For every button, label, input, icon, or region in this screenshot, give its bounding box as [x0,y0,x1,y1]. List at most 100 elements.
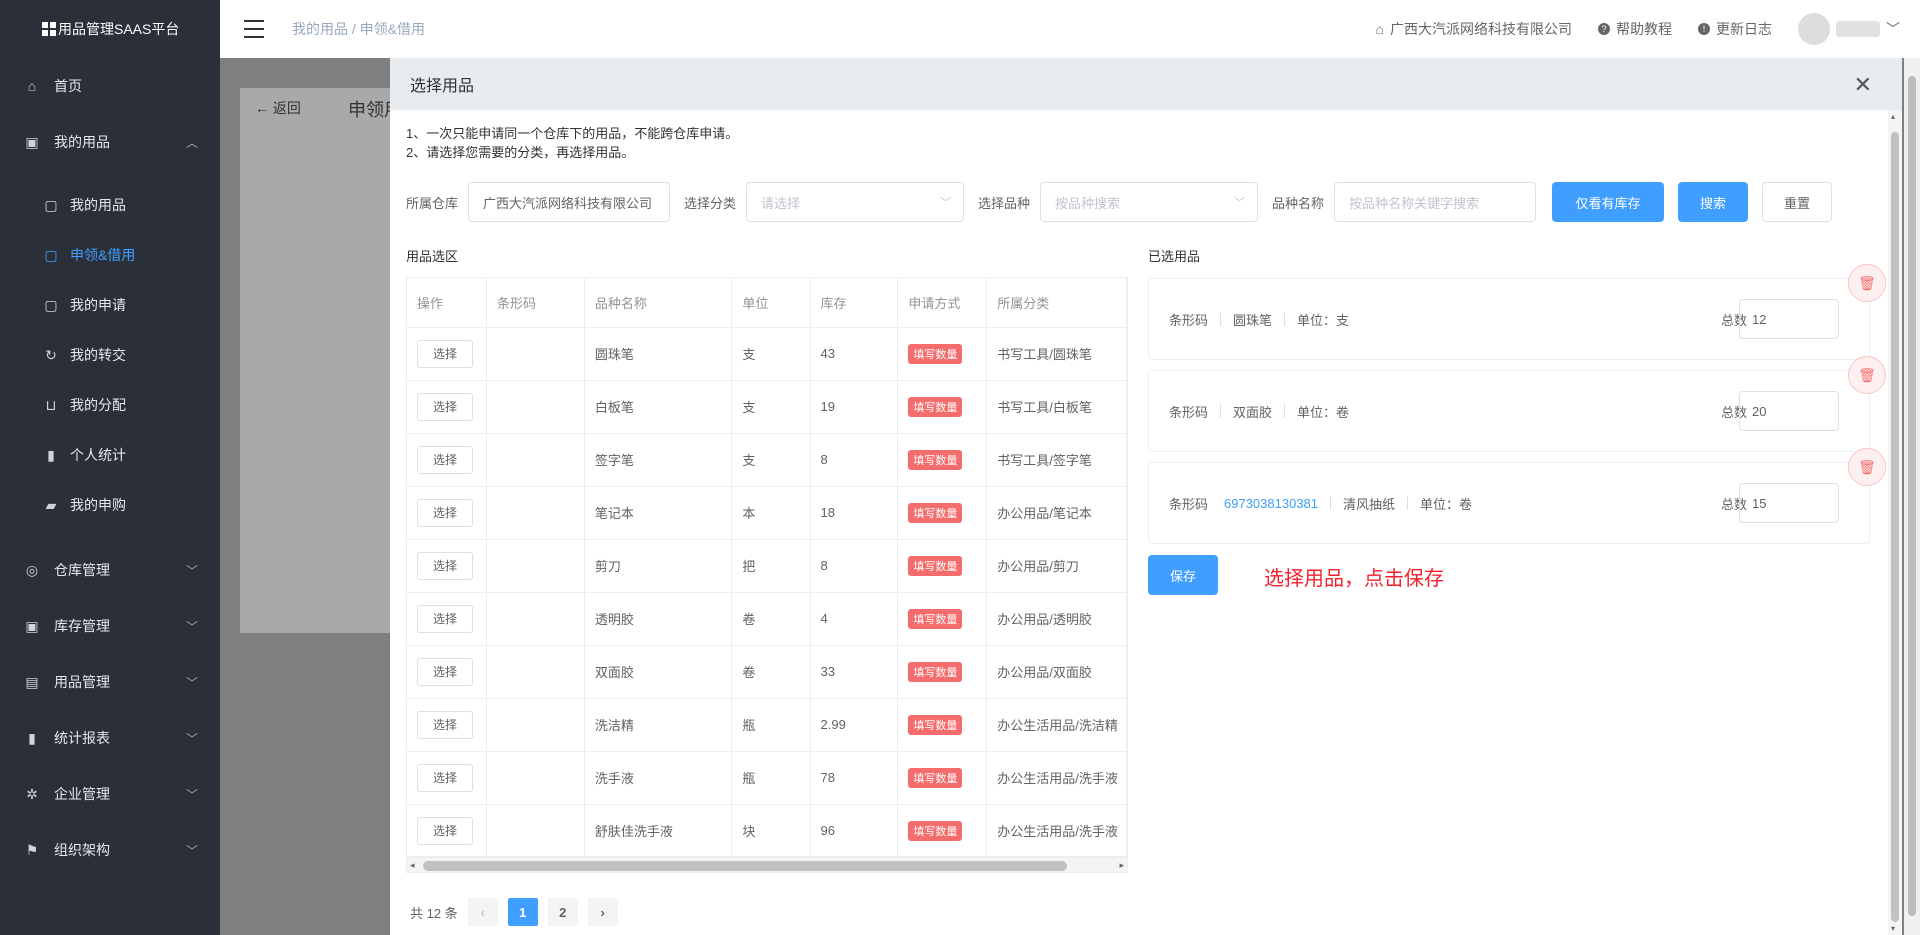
menu-my-items[interactable]: ▣ 我的用品 ︿ [0,114,220,170]
inbox-icon: ▤ [25,673,39,690]
drawer-title: 选择用品 [410,78,475,95]
name-search-input[interactable]: 按品种名称关键字搜索 [1334,182,1537,222]
select-button[interactable]: 选择 [417,763,473,792]
sidebar-item-my-transfers[interactable]: ↻ 我的转交 [0,330,220,380]
select-button[interactable]: 选择 [417,339,473,368]
quantity-input[interactable]: 20 [1739,391,1839,431]
quantity-input[interactable]: 15 [1739,483,1839,523]
cell-unit: 本 [731,486,811,540]
cell-barcode [486,327,585,381]
cell-unit: 瓶 [731,698,811,752]
cell-stock: 18 [810,486,899,540]
page-1-button[interactable]: 1 [507,898,538,926]
cell-unit: 支 [731,327,811,381]
background-card [240,88,400,633]
trash-icon[interactable]: 🗑 [1848,264,1886,302]
cell-name: 笔记本 [584,486,733,540]
menu-home[interactable]: ⌂ 首页 [0,58,220,114]
trash-icon[interactable]: 🗑 [1848,448,1886,486]
avatar [1798,13,1830,45]
save-button[interactable]: 保存 [1148,555,1218,595]
breadcrumb: 我的用品 / 申领&借用 [292,21,426,37]
cell-name: 洗洁精 [584,698,733,752]
warehouse-input[interactable]: 广西大汽派网络科技有限公司 [468,182,671,222]
page-2-button[interactable]: 2 [547,898,578,926]
scroll-up-icon: ▴ [1891,112,1896,121]
app-title: 用品管理SAAS平台 [58,21,180,37]
chevron-down-icon: ﹀ [185,843,198,858]
pagination: 共 12 条 ‹ 1 2 › [410,898,618,926]
sidebar-item-my-items[interactable]: ▢ 我的用品 [0,180,220,230]
cell-category: 书写工具/白板笔 [986,380,1127,434]
select-button[interactable]: 选择 [417,445,473,474]
prev-page-button[interactable]: ‹ [467,898,498,926]
reset-button[interactable]: 重置 [1762,182,1833,222]
scrollbar-thumb[interactable] [1891,132,1899,922]
menu-items-mgmt[interactable]: ▤ 用品管理 ﹀ [0,654,220,710]
search-button[interactable]: 搜索 [1678,182,1749,222]
col-stock: 库存 [810,278,899,328]
menu-toggle-icon[interactable] [244,20,264,38]
changelog-link[interactable]: ! 更新日志 [1698,19,1772,39]
back-link: ← 返回 [255,100,301,116]
sidebar-item-claim-borrow[interactable]: ▢ 申领&借用 [0,230,220,280]
sidebar-item-my-purchases[interactable]: ▰ 我的申购 [0,480,220,530]
scrollbar-thumb[interactable] [423,861,1067,871]
company-link[interactable]: ⌂ 广西大汽派网络科技有限公司 [1376,19,1572,39]
app-logo[interactable]: 用品管理SAAS平台 [0,0,220,58]
method-tag: 填写数量 [908,714,963,735]
cell-action: 选择 [407,751,487,805]
cell-stock: 8 [810,539,899,593]
menu-enterprise[interactable]: ✲ 企业管理 ﹀ [0,766,220,822]
cell-name: 透明胶 [584,592,733,646]
scrollbar-thumb[interactable] [1908,76,1916,916]
sidebar-item-personal-stats[interactable]: ▮ 个人统计 [0,430,220,480]
sidebar: 用品管理SAAS平台 ⌂ 首页 ▣ 我的用品 ︿ ▢ 我的用品 ▢ 申领&借用 … [0,0,220,935]
user-menu[interactable]: ﹀ [1798,13,1900,45]
menu-reports[interactable]: ▮ 统计报表 ﹀ [0,710,220,766]
category-select[interactable]: 请选择 ﹀ [746,182,965,222]
selected-item-card: 条形码 6973038130381 清风抽纸 单位：卷 总数 15 [1148,462,1870,544]
menu-organization[interactable]: ⚑ 组织架构 ﹀ [0,822,220,878]
menu-warehouse[interactable]: ◎ 仓库管理 ﹀ [0,542,220,598]
table-header: 操作 条形码 品种名称 单位 库存 申请方式 所属分类 [407,278,1127,328]
select-button[interactable]: 选择 [417,816,473,845]
page-vertical-scrollbar[interactable] [1904,58,1920,935]
variety-select[interactable]: 按品种搜索 ﹀ [1040,182,1259,222]
selected-items-title: 已选用品 [1148,249,1201,264]
select-button[interactable]: 选择 [417,551,473,580]
bag-icon: ▢ [44,196,58,213]
cell-barcode [486,645,585,699]
cell-category: 办公用品/笔记本 [986,486,1127,540]
tips: 1、一次只能申请同一个仓库下的用品，不能跨仓库申请。 2、请选择您需要的分类，再… [406,126,739,160]
select-button[interactable]: 选择 [417,657,473,686]
select-button[interactable]: 选择 [417,710,473,739]
menu-inventory[interactable]: ▣ 库存管理 ﹀ [0,598,220,654]
items-table-grid: 操作 条形码 品种名称 单位 库存 申请方式 所属分类 选择 圆珠笔支 43 填写数量… [407,278,1127,856]
sidebar-item-my-allocations[interactable]: ⊔ 我的分配 [0,380,220,430]
select-button[interactable]: 选择 [417,498,473,527]
select-button[interactable]: 选择 [417,392,473,421]
quantity-input[interactable]: 12 [1739,299,1839,339]
cell-method: 填写数量 [897,433,988,487]
cell-stock: 19 [810,380,899,434]
chevron-up-icon: ︿ [185,135,198,150]
select-button[interactable]: 选择 [417,604,473,633]
bar-chart-icon: ▮ [47,446,55,463]
next-page-button[interactable]: › [587,898,618,926]
close-icon[interactable]: ✕ [1854,72,1872,98]
trash-icon[interactable]: 🗑 [1848,356,1886,394]
chevron-down-icon: ﹀ [940,197,952,209]
in-stock-only-button[interactable]: 仅看有库存 [1552,182,1665,222]
drawer-vertical-scrollbar[interactable]: ▴ ▾ [1888,110,1902,935]
method-tag: 填写数量 [908,661,963,682]
table-horizontal-scrollbar[interactable]: ◂ ▸ [406,857,1128,873]
home-icon: ⌂ [1375,21,1384,37]
cell-method: 填写数量 [897,539,988,593]
instruction-hint: 选择用品，点击保存 [1264,568,1444,590]
sidebar-item-my-applications[interactable]: ▢ 我的申请 [0,280,220,330]
method-tag: 填写数量 [908,449,963,470]
cell-barcode [486,486,585,540]
help-link[interactable]: ? 帮助教程 [1598,19,1672,39]
chevron-down-icon: ﹀ [185,619,198,634]
